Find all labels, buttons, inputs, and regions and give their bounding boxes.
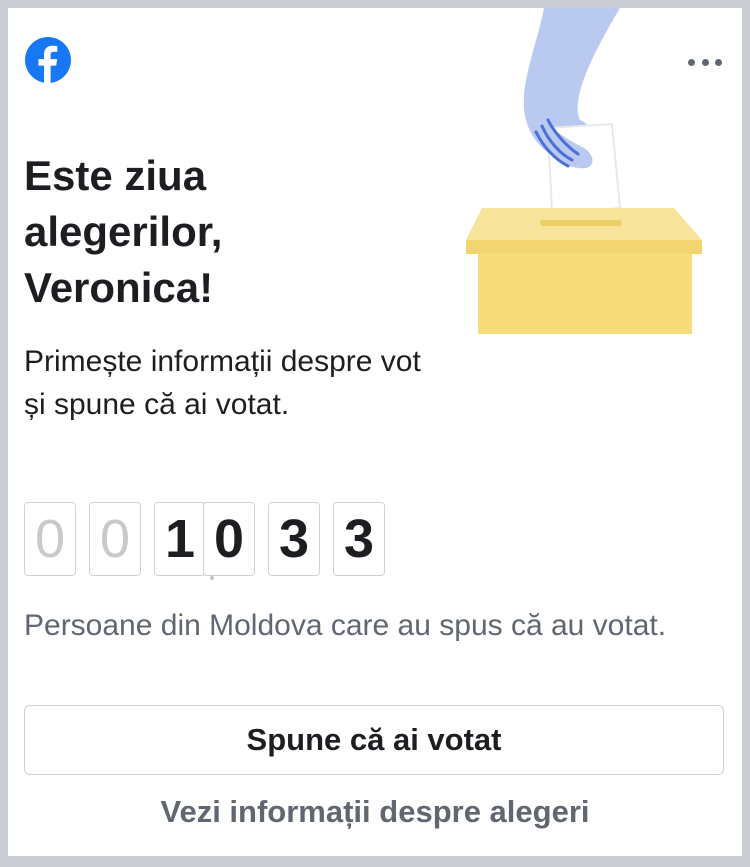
counter-caption: Persoane din Moldova care au spus că au …	[24, 609, 667, 642]
vote-counter: 0 0 1 0 3 3	[24, 502, 398, 580]
counter-digit: 1	[154, 502, 206, 576]
counter-digit: 0	[89, 502, 141, 576]
say-you-voted-button[interactable]: Spune că ai votat	[24, 705, 724, 775]
counter-digit: 0	[24, 502, 76, 576]
election-info-link[interactable]: Vezi informații despre alegeri	[8, 794, 742, 830]
subtitle: Primește informații despre vot și spune …	[24, 345, 421, 421]
facebook-icon[interactable]	[25, 37, 71, 83]
counter-digit: 3	[268, 502, 320, 576]
thousands-separator	[210, 576, 214, 580]
counter-digit: 3	[333, 502, 385, 576]
more-dot-icon	[715, 58, 722, 66]
counter-digit: 0	[203, 502, 255, 576]
election-day-card: Este ziua alegerilor, Veronica! Primește…	[8, 8, 742, 856]
page-title: Este ziua alegerilor, Veronica!	[24, 152, 223, 311]
ballot-box-icon	[452, 8, 704, 338]
